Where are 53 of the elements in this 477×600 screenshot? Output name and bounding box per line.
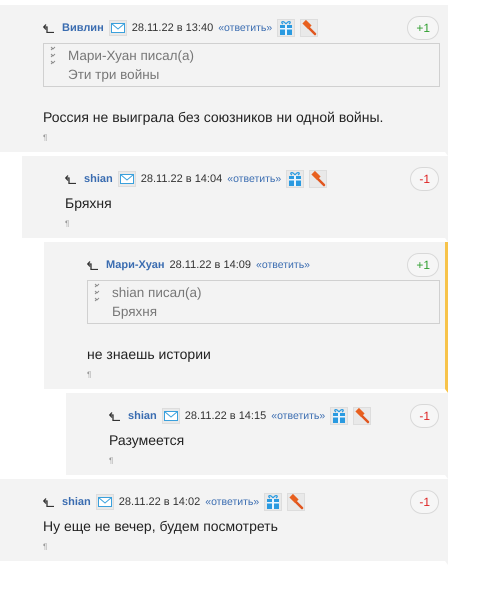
- reply-arrow-icon: [87, 260, 98, 270]
- vote-badge[interactable]: -1: [410, 404, 439, 428]
- comment-date: 28.11.22 в 14:15: [184, 410, 266, 422]
- gift-icon[interactable]: [264, 493, 282, 511]
- pilcrow-mark: ¶: [43, 542, 48, 551]
- reply-link[interactable]: «ответить»: [227, 173, 282, 185]
- gavel-icon[interactable]: [300, 19, 318, 37]
- pilcrow-mark: ¶: [65, 219, 70, 228]
- author-link[interactable]: shian: [84, 173, 113, 185]
- gavel-icon[interactable]: [309, 170, 328, 188]
- vote-badge[interactable]: -1: [410, 167, 439, 191]
- envelope-icon[interactable]: [118, 171, 136, 187]
- envelope-icon[interactable]: [96, 494, 114, 510]
- author-link[interactable]: Вивлин: [62, 22, 104, 34]
- gavel-icon[interactable]: [353, 407, 372, 425]
- reply-arrow-icon: [65, 174, 76, 184]
- reply-link[interactable]: «ответить»: [218, 22, 272, 34]
- envelope-icon[interactable]: [108, 20, 127, 36]
- comment-date: 28.11.22 в 13:40: [132, 22, 214, 34]
- author-link[interactable]: shian: [128, 410, 157, 422]
- reply-link[interactable]: «ответить»: [205, 496, 260, 508]
- comment-text: Бряхня: [65, 195, 113, 211]
- quote-marks-icon: [94, 283, 100, 303]
- reply-arrow-icon: [43, 498, 54, 506]
- quote-marks-icon: [50, 46, 56, 66]
- vote-badge[interactable]: +1: [407, 16, 439, 40]
- envelope-icon[interactable]: [162, 408, 180, 424]
- comment-text: Россия не выиграла без союзников ни одной войны.: [43, 109, 384, 125]
- comment-text: Ну еще не вечер, будем посмотреть: [43, 518, 279, 534]
- comment-date: 28.11.22 в 14:04: [140, 173, 222, 185]
- pilcrow-mark: ¶: [109, 456, 114, 465]
- quote-text: Бряхня: [112, 303, 158, 321]
- quote-author: Мари-Хуан писал(а): [68, 47, 194, 65]
- pilcrow-mark: ¶: [43, 133, 48, 142]
- comment-text: Разумеется: [109, 432, 186, 448]
- vote-badge[interactable]: -1: [410, 490, 439, 514]
- comment-date: 28.11.22 в 14:09: [170, 259, 251, 271]
- reply-link[interactable]: «ответить»: [271, 410, 326, 422]
- reply-arrow-icon: [109, 412, 120, 420]
- gift-icon[interactable]: [277, 19, 296, 37]
- reply-link[interactable]: «ответить»: [256, 259, 310, 271]
- author-link[interactable]: shian: [62, 496, 91, 508]
- quote-text: Эти три войны: [68, 66, 160, 84]
- gavel-icon[interactable]: [287, 493, 306, 511]
- author-link[interactable]: Мари-Хуан: [106, 259, 164, 271]
- gift-icon[interactable]: [330, 407, 348, 425]
- pilcrow-mark: ¶: [87, 370, 92, 379]
- quote-author: shian писал(а): [112, 284, 202, 302]
- comment-text: не знаешь истории: [87, 346, 212, 362]
- vote-badge[interactable]: +1: [407, 253, 439, 277]
- comment-date: 28.11.22 в 14:02: [118, 496, 200, 508]
- gift-icon[interactable]: [286, 170, 304, 188]
- reply-arrow-icon: [43, 24, 54, 32]
